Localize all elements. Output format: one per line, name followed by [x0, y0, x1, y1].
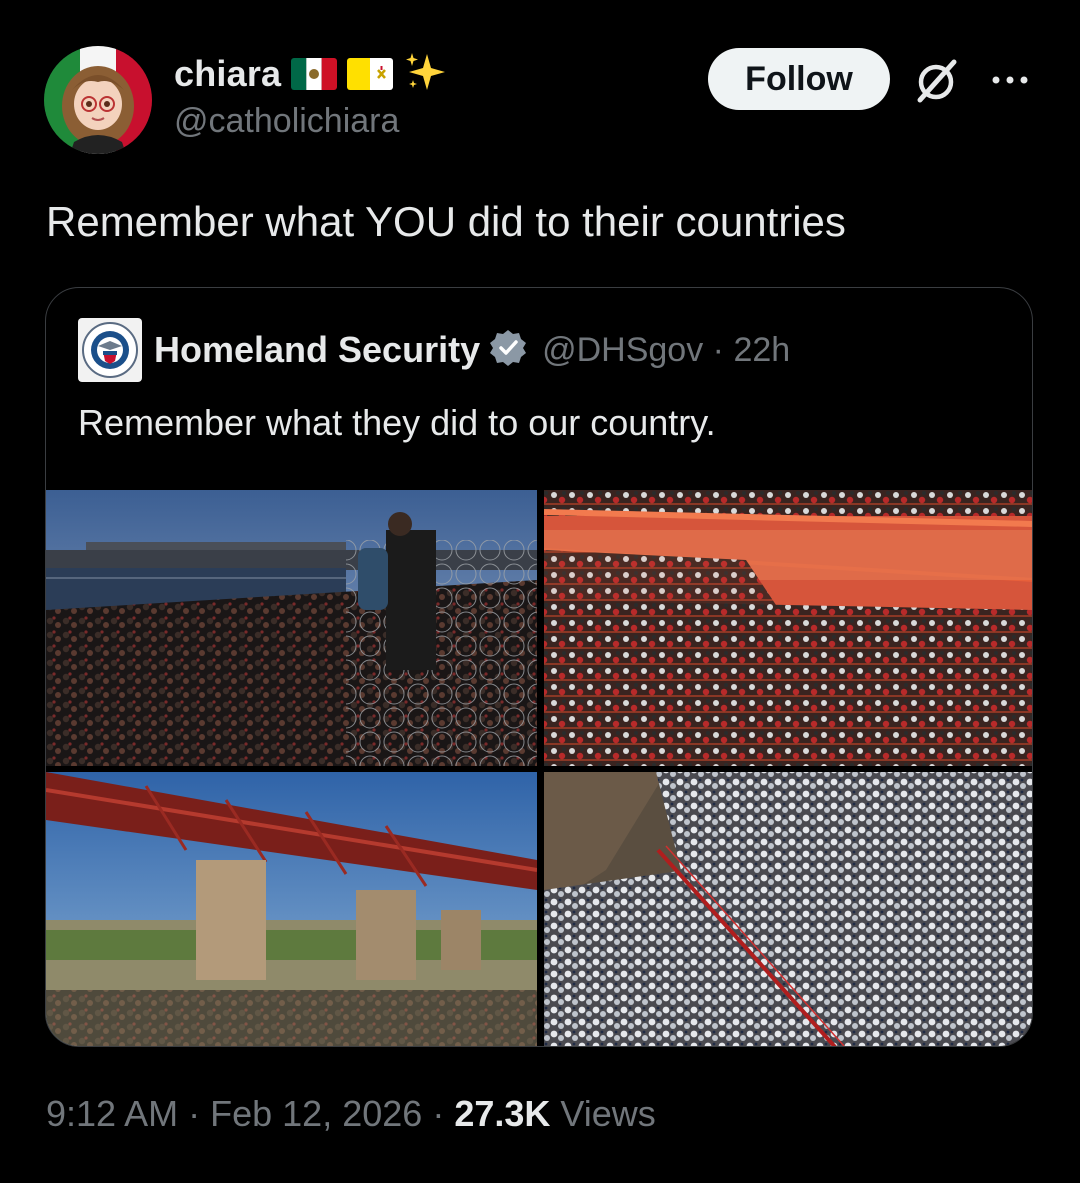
sparkles-icon	[403, 50, 449, 99]
author-display-name[interactable]: chiara	[174, 53, 281, 95]
quoted-author-name[interactable]: Homeland Security	[154, 329, 480, 371]
author-name-row: chiara	[174, 52, 449, 96]
verified-badge-icon	[480, 328, 528, 373]
tweet-date[interactable]: Feb 12, 2026	[210, 1093, 422, 1134]
grok-icon[interactable]	[912, 56, 962, 106]
meta-separator: ·	[188, 1093, 201, 1134]
vatican-flag-icon	[347, 58, 394, 90]
mexico-flag-icon	[291, 58, 338, 90]
quoted-media-grid	[46, 490, 1033, 1047]
tweet-time[interactable]: 9:12 AM	[46, 1093, 178, 1134]
tweet-text: Remember what YOU did to their countries	[46, 198, 846, 245]
dhs-seal-icon[interactable]	[78, 318, 142, 382]
views-label: Views	[560, 1093, 656, 1134]
author-avatar[interactable]	[44, 46, 152, 154]
author-block: chiara @catholichiara	[174, 52, 449, 141]
quoted-tweet-header: Homeland Security @DHSgov · 22h	[78, 318, 790, 382]
photo-crowd-in-foil-blankets[interactable]	[544, 772, 1033, 1047]
follow-button[interactable]: Follow	[708, 48, 890, 110]
quoted-tweet[interactable]: Homeland Security @DHSgov · 22h Remember…	[45, 287, 1033, 1047]
tweet-metadata: 9:12 AM · Feb 12, 2026 · 27.3K Views	[46, 1093, 656, 1135]
views-count: 27.3K	[454, 1093, 551, 1134]
quoted-age[interactable]: 22h	[733, 331, 790, 369]
author-handle[interactable]: @catholichiara	[174, 102, 449, 141]
photo-crowd-behind-orange-fence[interactable]	[543, 490, 1033, 766]
meta-separator: ·	[432, 1093, 445, 1134]
quoted-tweet-text: Remember what they did to our country.	[78, 402, 716, 443]
photo-migrants-at-river[interactable]	[46, 490, 537, 766]
quoted-separator: ·	[712, 330, 724, 369]
quoted-handle[interactable]: @DHSgov	[542, 331, 703, 369]
more-options-icon[interactable]	[988, 70, 1036, 90]
quoted-meta: @DHSgov · 22h	[542, 331, 790, 370]
avatar-illustration	[44, 46, 152, 154]
photo-red-railroad-bridge[interactable]	[46, 772, 538, 1047]
